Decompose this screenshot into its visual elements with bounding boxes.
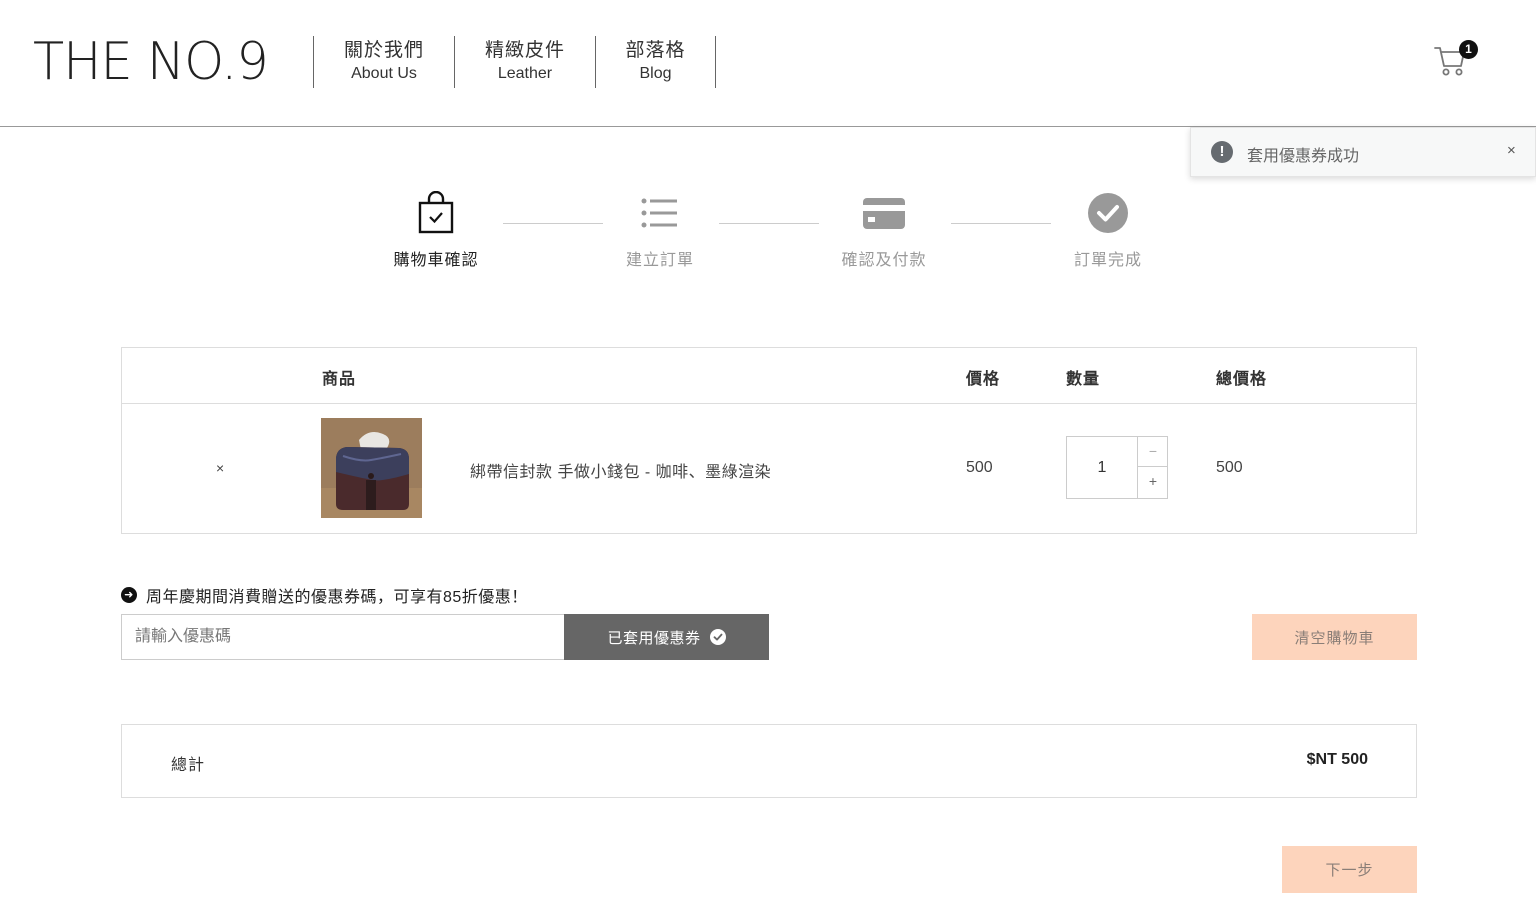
step-label: 購物車確認 [393, 252, 479, 269]
coupon-hint-text: 周年慶期間消費贈送的優惠券碼，可享有85折優惠！ [146, 589, 528, 606]
site-logo[interactable]: THE NO.9 [33, 30, 269, 94]
step-label: 建立訂單 [625, 252, 694, 269]
site-header: THE NO.9 關於我們 About Us 精緻皮件 Leather 部落格 … [0, 0, 1536, 127]
nav-item-blog[interactable]: 部落格 Blog [595, 36, 716, 88]
arrow-right-circle-icon: ➜ [121, 587, 137, 603]
nav-label-en: Blog [639, 65, 672, 82]
quantity-increase-button[interactable]: + [1138, 467, 1168, 497]
next-step-button[interactable]: 下一步 [1282, 846, 1417, 893]
quantity-buttons: − + [1137, 437, 1168, 498]
coupon-hint: ➜ 周年慶期間消費贈送的優惠券碼，可享有85折優惠！ [121, 583, 528, 607]
cart-count-badge: 1 [1459, 40, 1478, 59]
product-name[interactable]: 綁帶信封款 手做小錢包 - 咖啡、墨綠渲染 [470, 458, 771, 482]
nav-label-zh: 精緻皮件 [484, 40, 565, 61]
header-quantity: 數量 [1066, 371, 1101, 388]
quantity-decrease-button[interactable]: − [1138, 437, 1168, 467]
nav-item-leather[interactable]: 精緻皮件 Leather [454, 36, 595, 88]
apply-coupon-button[interactable]: 已套用優惠券 [564, 614, 769, 660]
coupon-success-toast: ! 套用優惠券成功 × [1190, 127, 1536, 177]
total-value: $NT 500 [1306, 751, 1368, 768]
nav-label-en: Leather [497, 65, 553, 82]
step-confirm-payment: 確認及付款 [824, 190, 944, 270]
main-nav: 關於我們 About Us 精緻皮件 Leather 部落格 Blog [313, 36, 716, 88]
credit-card-icon [824, 190, 944, 236]
step-cart-confirm: 購物車確認 [376, 190, 496, 270]
header-product: 商品 [322, 371, 357, 388]
toast-close-button[interactable]: × [1507, 142, 1516, 159]
product-price: 500 [966, 459, 993, 476]
nav-label-zh: 關於我們 [343, 40, 424, 61]
total-label: 總計 [171, 757, 206, 774]
shopping-bag-check-icon [376, 190, 496, 236]
apply-coupon-label: 已套用優惠券 [607, 629, 701, 647]
step-order-complete: 訂單完成 [1048, 190, 1168, 270]
toast-message: 套用優惠券成功 [1247, 148, 1360, 165]
coupon-code-input[interactable] [121, 614, 565, 660]
check-circle-icon [709, 629, 726, 645]
cart-table: 商品 價格 數量 總價格 × 綁帶信封款 手做小錢包 - 咖啡、墨綠渲染 500… [121, 347, 1417, 534]
step-connector [503, 223, 603, 224]
step-label: 確認及付款 [841, 252, 927, 269]
step-connector [719, 223, 819, 224]
table-header: 商品 價格 數量 總價格 [122, 348, 1416, 404]
nav-label-zh: 部落格 [625, 40, 686, 61]
step-create-order: 建立訂單 [600, 190, 720, 270]
product-image[interactable] [321, 418, 422, 518]
nav-item-about-us[interactable]: 關於我們 About Us [313, 36, 454, 88]
remove-item-button[interactable]: × [216, 460, 224, 476]
exclamation-icon: ! [1211, 141, 1233, 163]
step-label: 訂單完成 [1073, 252, 1142, 269]
step-connector [951, 223, 1051, 224]
header-price: 價格 [966, 371, 1001, 388]
list-icon [600, 190, 720, 236]
check-circle-icon [1048, 190, 1168, 236]
nav-label-en: About Us [351, 65, 417, 82]
order-total-box: 總計 $NT 500 [121, 724, 1417, 798]
quantity-value[interactable]: 1 [1067, 437, 1137, 498]
product-subtotal: 500 [1216, 459, 1243, 476]
clear-cart-button[interactable]: 清空購物車 [1252, 614, 1417, 660]
quantity-stepper: 1 − + [1066, 436, 1168, 499]
header-subtotal: 總價格 [1216, 371, 1268, 388]
